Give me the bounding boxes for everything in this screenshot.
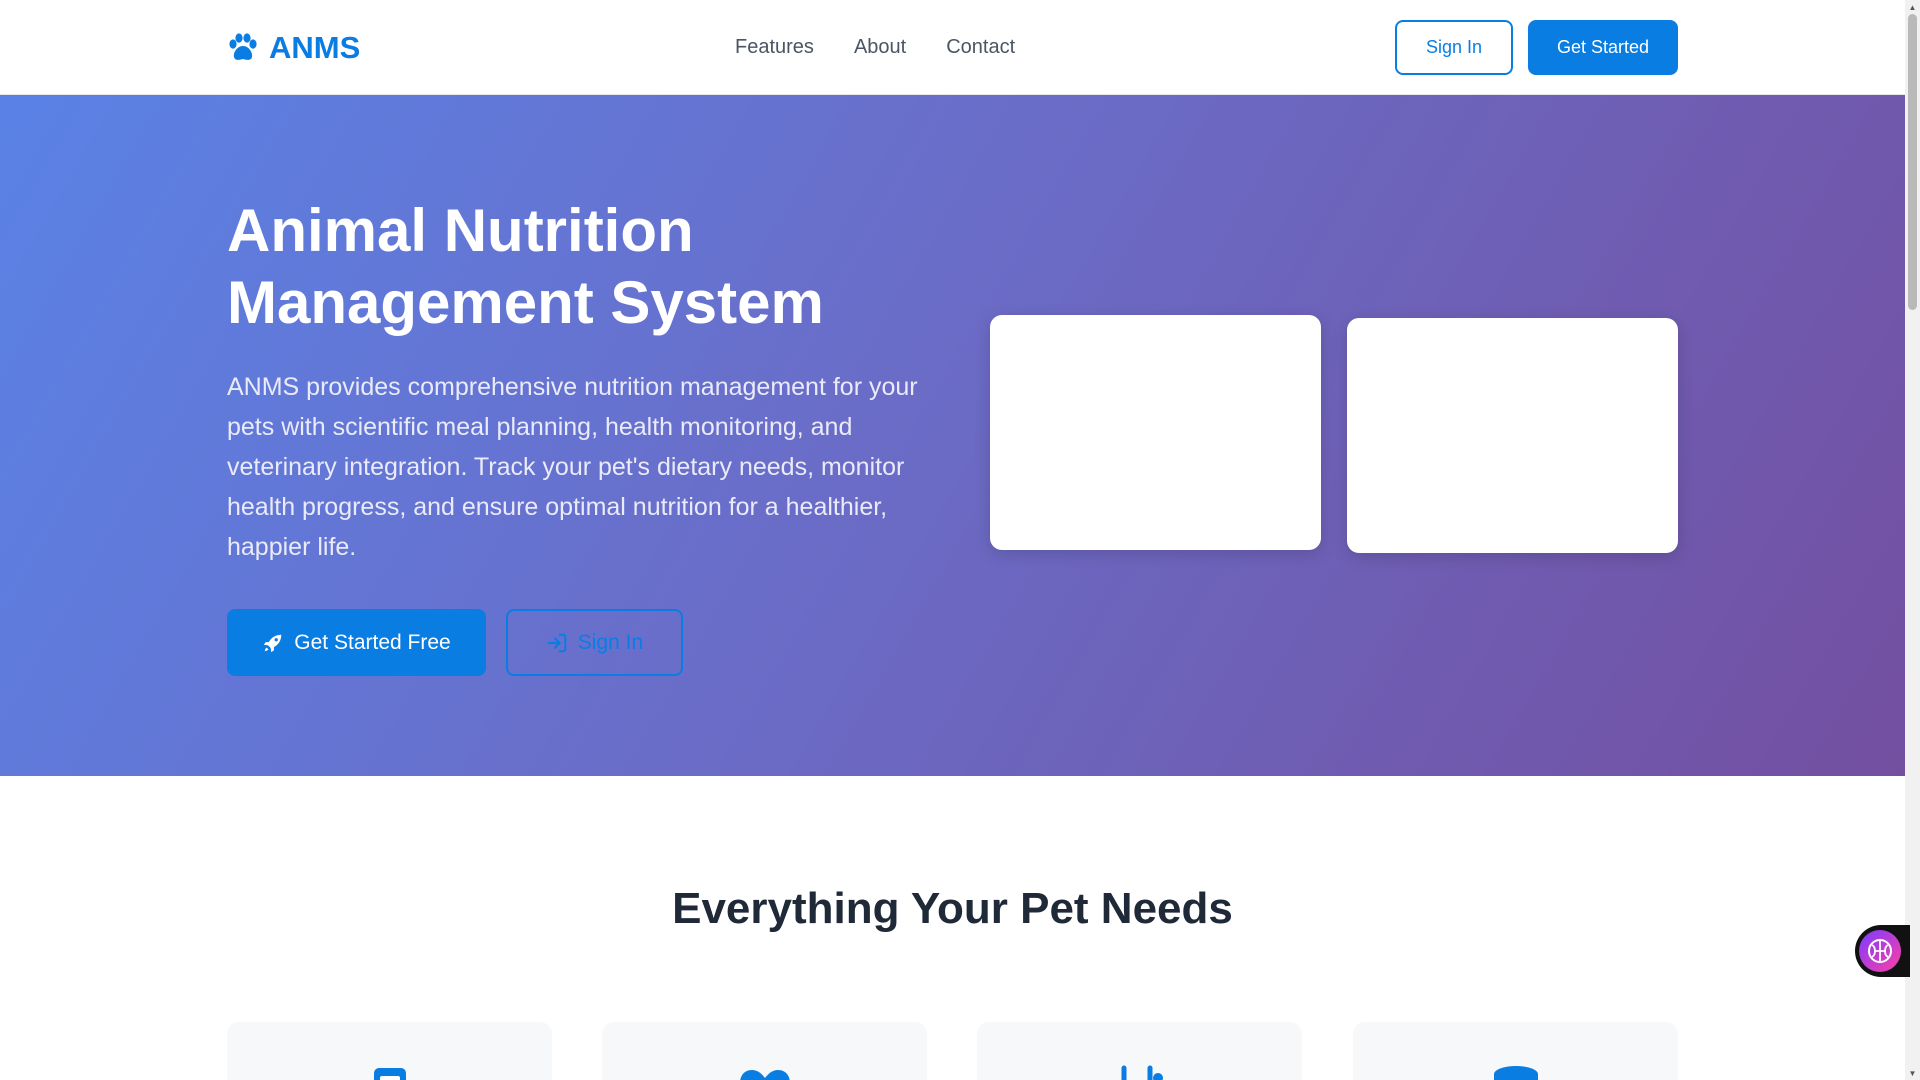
- nav-contact[interactable]: Contact: [946, 36, 1015, 59]
- feature-card: [977, 1022, 1302, 1080]
- header-sign-in-button[interactable]: Sign In: [1395, 20, 1513, 75]
- hero-description: ANMS provides comprehensive nutrition ma…: [227, 373, 918, 561]
- page-scrollbar[interactable]: ▲ ▼: [1905, 0, 1920, 1080]
- rocket-icon: [264, 634, 282, 652]
- hero-preview-card: [1347, 318, 1678, 553]
- assistant-widget-button[interactable]: [1855, 925, 1910, 977]
- brand-logo[interactable]: ANMS: [227, 30, 360, 66]
- brand-name: ANMS: [269, 30, 361, 65]
- main-nav: Features About Contact: [735, 36, 1015, 59]
- header-get-started-button[interactable]: Get Started: [1528, 20, 1678, 75]
- get-started-free-button[interactable]: Get Started Free: [227, 609, 486, 676]
- heart-icon: [739, 1070, 790, 1080]
- features-title: Everything Your Pet Needs: [672, 884, 1233, 933]
- hero-title: Animal Nutrition Management System: [227, 197, 824, 336]
- nav-about[interactable]: About: [854, 36, 906, 59]
- nav-features[interactable]: Features: [735, 36, 814, 59]
- scroll-down-arrow-icon[interactable]: ▼: [1905, 1066, 1920, 1080]
- hero-section: Animal Nutrition Management System ANMS …: [0, 95, 1905, 776]
- scrollbar-thumb[interactable]: [1908, 14, 1917, 310]
- sign-in-icon: [547, 633, 567, 652]
- brain-icon: [1868, 939, 1892, 963]
- feature-card: [227, 1022, 552, 1080]
- hero-preview-card: [990, 315, 1321, 550]
- get-started-free-label: Get Started Free: [294, 630, 451, 654]
- feature-card: [602, 1022, 927, 1080]
- database-icon: [1493, 1066, 1538, 1080]
- clipboard-icon: [373, 1068, 406, 1080]
- assistant-avatar: [1859, 930, 1901, 972]
- paw-icon: [229, 33, 257, 60]
- stethoscope-icon: [1121, 1065, 1163, 1080]
- hero-sign-in-label: Sign In: [577, 630, 644, 654]
- scroll-up-arrow-icon[interactable]: ▲: [1905, 0, 1920, 14]
- top-navbar: ANMS Features About Contact Sign In Get …: [0, 0, 1905, 95]
- hero-sign-in-button[interactable]: Sign In: [506, 609, 683, 676]
- feature-card: [1353, 1022, 1678, 1080]
